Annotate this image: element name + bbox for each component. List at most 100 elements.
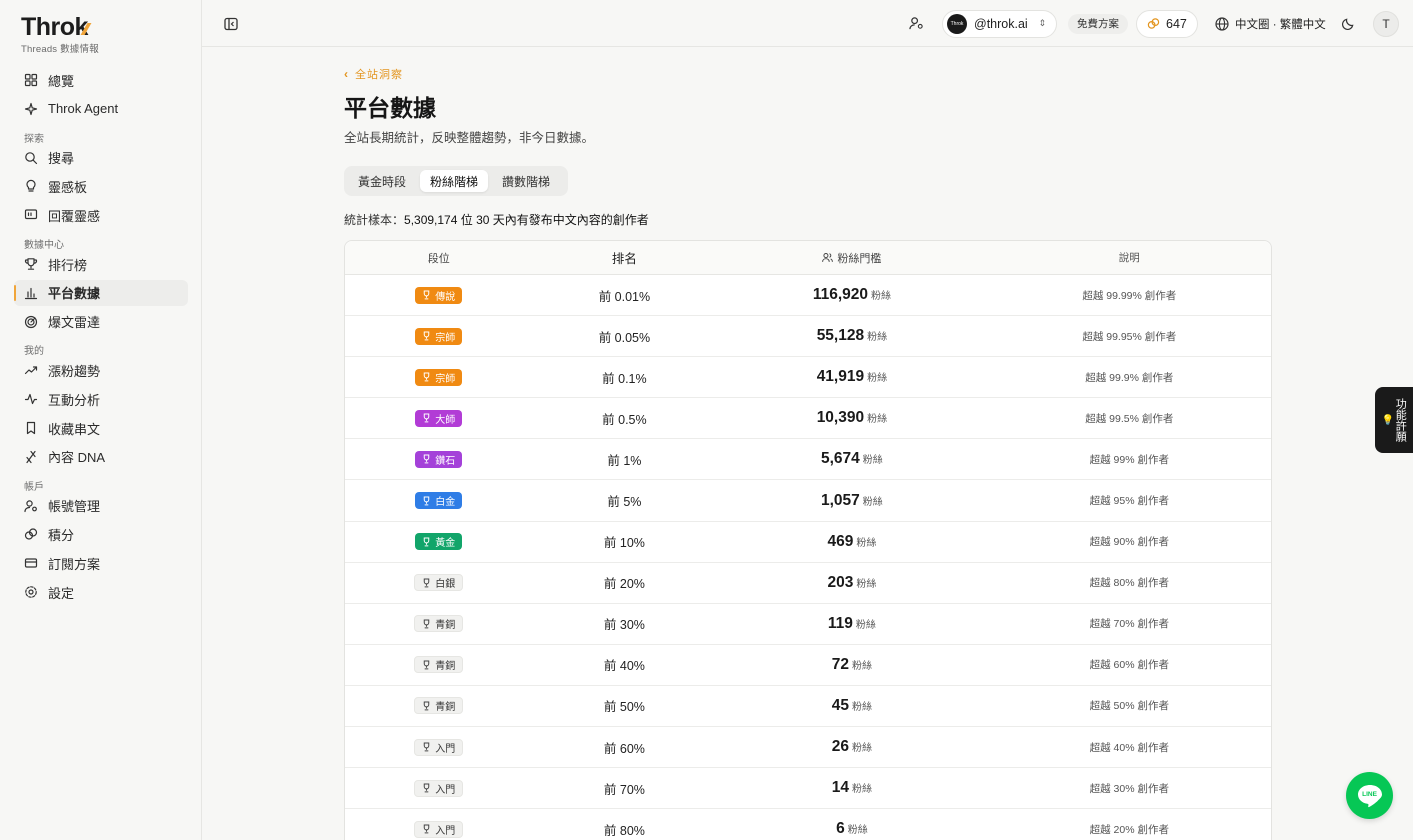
lightbulb-icon: 💡 xyxy=(1381,415,1395,426)
threshold-cell: 1,057 粉絲 xyxy=(716,492,987,510)
sidebar-item-label: 積分 xyxy=(48,527,75,543)
tab-1[interactable]: 粉絲階梯 xyxy=(420,170,489,192)
globe-icon xyxy=(1215,16,1229,31)
sidebar-item-label: 訂閱方案 xyxy=(48,556,101,572)
tier-label: 黃金 xyxy=(435,538,456,550)
sidebar-item-radar[interactable]: 爆文雷達 xyxy=(14,309,188,335)
rank-cell: 前 40% xyxy=(603,659,645,674)
rank-cell: 前 1% xyxy=(607,453,642,468)
trophy-icon xyxy=(424,824,430,834)
rank-cell: 前 0.01% xyxy=(598,289,651,304)
tier-badge: 大師 xyxy=(415,409,463,427)
tab-2[interactable]: 讚數階梯 xyxy=(492,170,560,192)
sidebar-item-bar-chart[interactable]: 平台數據 xyxy=(14,279,188,306)
threshold-cell: 55,128 粉絲 xyxy=(716,327,987,345)
follower-unit: 粉絲 xyxy=(852,784,873,796)
sidebar-item-user-cog[interactable]: 帳號管理 xyxy=(14,493,188,519)
sidebar-item-trophy[interactable]: 排行榜 xyxy=(14,251,188,277)
table-row: 青銅 前 40% 72 粉絲 超越 60% 創作者 xyxy=(345,645,1271,686)
header-tier: 段位 xyxy=(427,252,450,265)
follower-threshold: 72 xyxy=(831,655,850,673)
coins-icon xyxy=(1147,18,1160,29)
sidebar-item-label: Throk Agent xyxy=(48,101,119,117)
table-row: 大師 前 0.5% 10,390 粉絲 超越 99.5% 創作者 xyxy=(345,398,1271,440)
rank-cell: 前 50% xyxy=(603,700,645,715)
trophy-icon xyxy=(424,537,430,546)
language-selector[interactable]: 中文圈 · 繁體中文 xyxy=(1215,0,1326,47)
sidebar-item-coins[interactable]: 積分 xyxy=(14,521,188,547)
sidebar-item-dashboard[interactable]: 總覽 xyxy=(14,67,188,93)
sidebar-item-label: 爆文雷達 xyxy=(48,315,101,331)
tier-badge: 青銅 xyxy=(414,615,464,633)
brand-logo[interactable]: Throk Threads 數據情報 xyxy=(21,14,99,55)
tier-badge: 宗師 xyxy=(415,368,463,386)
header-rank: 排名 xyxy=(611,252,637,266)
tier-label: 宗師 xyxy=(435,373,456,385)
sidebar-section-title: 探索 xyxy=(24,133,44,145)
activity-icon xyxy=(24,392,38,406)
sidebar-item-label: 收藏串文 xyxy=(48,421,101,437)
tier-badge: 宗師 xyxy=(415,327,463,345)
table-row: 宗師 前 0.1% 41,919 粉絲 超越 99.9% 創作者 xyxy=(345,357,1271,399)
search-icon xyxy=(24,151,38,165)
sidebar-section-title: 數據中心 xyxy=(24,240,64,251)
trophy-icon xyxy=(24,257,38,271)
note-cell: 超越 99% 創作者 xyxy=(1089,453,1169,466)
rank-cell: 前 30% xyxy=(603,618,645,633)
follower-threshold: 203 xyxy=(827,573,854,591)
table-row: 黃金 前 10% 469 粉絲 超越 90% 創作者 xyxy=(345,522,1271,563)
line-label: LINE xyxy=(1362,791,1377,798)
tier-badge: 白銀 xyxy=(414,574,464,592)
sidebar-item-reply[interactable]: 回覆靈感 xyxy=(14,202,188,228)
user-avatar: T xyxy=(1373,10,1399,37)
feature-wish-button[interactable]: 功能許願 💡 xyxy=(1375,387,1413,453)
tier-label: 入門 xyxy=(435,743,456,755)
threshold-cell: 45 粉絲 xyxy=(716,697,987,715)
tier-cell: 青銅 xyxy=(345,697,533,715)
sidebar-item-bookmark[interactable]: 收藏串文 xyxy=(14,415,188,441)
points-value: 647 xyxy=(1166,16,1187,31)
rank-cell: 前 0.5% xyxy=(602,412,647,427)
sidebar-item-trend-up[interactable]: 漲粉趨勢 xyxy=(14,357,188,383)
tier-cell: 青銅 xyxy=(345,615,533,633)
sidebar-item-gear[interactable]: 設定 xyxy=(14,579,188,605)
toggle-sidebar-button[interactable] xyxy=(224,0,238,47)
follower-threshold: 41,919 xyxy=(816,368,865,386)
line-chat-button[interactable]: LINE xyxy=(1346,772,1393,819)
tier-label: 傳說 xyxy=(435,291,456,303)
sidebar-item-sparkle[interactable]: Throk Agent xyxy=(14,96,188,122)
sidebar-item-lightbulb[interactable]: 靈感板 xyxy=(14,173,188,199)
tier-label: 白銀 xyxy=(435,579,456,591)
plan-label: 免費方案 xyxy=(1068,13,1128,34)
note-cell: 超越 99.5% 創作者 xyxy=(1085,412,1174,425)
account-selector[interactable]: Throk @throk.ai ⇕ xyxy=(942,0,1057,47)
plan-badge[interactable]: 免費方案 xyxy=(1068,0,1128,47)
tier-label: 青銅 xyxy=(435,702,456,714)
rank-cell: 前 5% xyxy=(607,495,642,510)
chevron-updown-icon: ⇕ xyxy=(1038,18,1046,28)
follower-threshold: 10,390 xyxy=(816,409,865,427)
tier-cell: 入門 xyxy=(345,779,533,797)
rank-cell: 前 0.1% xyxy=(602,371,647,386)
sidebar-item-label: 搜尋 xyxy=(48,151,75,167)
account-switch-button[interactable] xyxy=(909,0,924,47)
sidebar-item-search[interactable]: 搜尋 xyxy=(14,145,188,171)
user-cog-icon xyxy=(24,499,38,513)
user-menu-button[interactable]: T xyxy=(1373,0,1399,47)
follower-threshold: 1,057 xyxy=(821,491,860,509)
tier-label: 入門 xyxy=(435,825,456,837)
theme-toggle-button[interactable] xyxy=(1342,0,1355,47)
sidebar-item-dna[interactable]: 內容 DNA xyxy=(14,444,188,470)
breadcrumb-back-link[interactable]: ‹ 全站洞察 xyxy=(344,66,403,82)
table-row: 入門 前 80% 6 粉絲 超越 20% 創作者 xyxy=(345,809,1271,840)
sparkle-icon xyxy=(24,102,38,116)
follower-threshold: 116,920 xyxy=(812,286,868,304)
tab-0[interactable]: 黃金時段 xyxy=(348,170,416,192)
points-button[interactable]: 647 xyxy=(1136,0,1198,47)
threshold-cell: 14 粉絲 xyxy=(716,779,987,797)
threshold-cell: 203 粉絲 xyxy=(716,574,987,592)
tier-label: 青銅 xyxy=(435,620,456,632)
sidebar-item-credit-card[interactable]: 訂閱方案 xyxy=(14,550,188,576)
rank-cell: 前 70% xyxy=(603,782,645,797)
sidebar-item-activity[interactable]: 互動分析 xyxy=(14,386,188,412)
